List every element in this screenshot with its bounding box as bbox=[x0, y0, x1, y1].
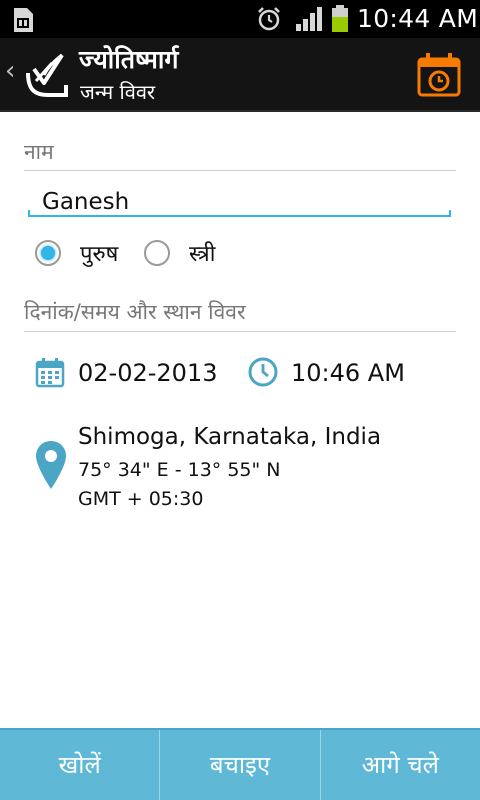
birth-time[interactable]: 10:46 AM bbox=[291, 359, 405, 387]
datetime-divider bbox=[24, 331, 456, 332]
coordinates: 75° 34" E - 13° 55" N bbox=[78, 459, 281, 481]
bottom-button-bar: खोलें बचाइए आगे चले bbox=[0, 728, 480, 800]
name-divider bbox=[24, 170, 456, 171]
bottom-bar-topline bbox=[0, 728, 480, 730]
save-button[interactable]: बचाइए bbox=[160, 728, 321, 800]
calendar-icon[interactable] bbox=[35, 358, 65, 392]
back-chevron-icon[interactable]: ‹ bbox=[5, 58, 15, 84]
status-time: 10:44 AM bbox=[357, 4, 479, 33]
birth-date[interactable]: 02-02-2013 bbox=[78, 359, 217, 387]
sim-card-icon bbox=[12, 7, 34, 37]
radio-male[interactable] bbox=[35, 240, 61, 266]
datetime-section-label: दिनांक/समय और स्थान विवर bbox=[24, 300, 246, 324]
app-title: ज्योतिष्मार्ग bbox=[79, 45, 179, 74]
app-logo-icon[interactable] bbox=[22, 49, 72, 103]
timezone: GMT + 05:30 bbox=[78, 488, 204, 510]
calendar-clock-icon[interactable] bbox=[416, 52, 464, 102]
signal-strength-icon bbox=[295, 6, 325, 36]
name-input-tick-right bbox=[449, 210, 451, 217]
screen-subtitle: जन्म विवर bbox=[80, 80, 156, 104]
open-button[interactable]: खोलें bbox=[0, 728, 161, 800]
name-label: नाम bbox=[24, 140, 54, 164]
action-bar: ‹ ज्योतिष्मार्ग जन्म विवर bbox=[0, 38, 480, 112]
name-input-underline bbox=[28, 215, 451, 217]
radio-male-label[interactable]: पुरुष bbox=[80, 238, 118, 268]
location-pin-icon[interactable] bbox=[35, 440, 67, 494]
name-input[interactable]: Ganesh bbox=[28, 186, 448, 218]
radio-female-label[interactable]: स्त्री bbox=[189, 238, 215, 268]
next-button[interactable]: आगे चले bbox=[321, 728, 480, 800]
name-input-tick-left bbox=[28, 210, 30, 217]
birth-place[interactable]: Shimoga, Karnataka, India bbox=[78, 424, 381, 450]
battery-icon bbox=[331, 5, 349, 37]
alarm-icon bbox=[256, 6, 282, 36]
radio-female[interactable] bbox=[144, 240, 170, 266]
clock-icon[interactable] bbox=[247, 356, 279, 392]
status-bar: 10:44 AM bbox=[0, 0, 480, 38]
